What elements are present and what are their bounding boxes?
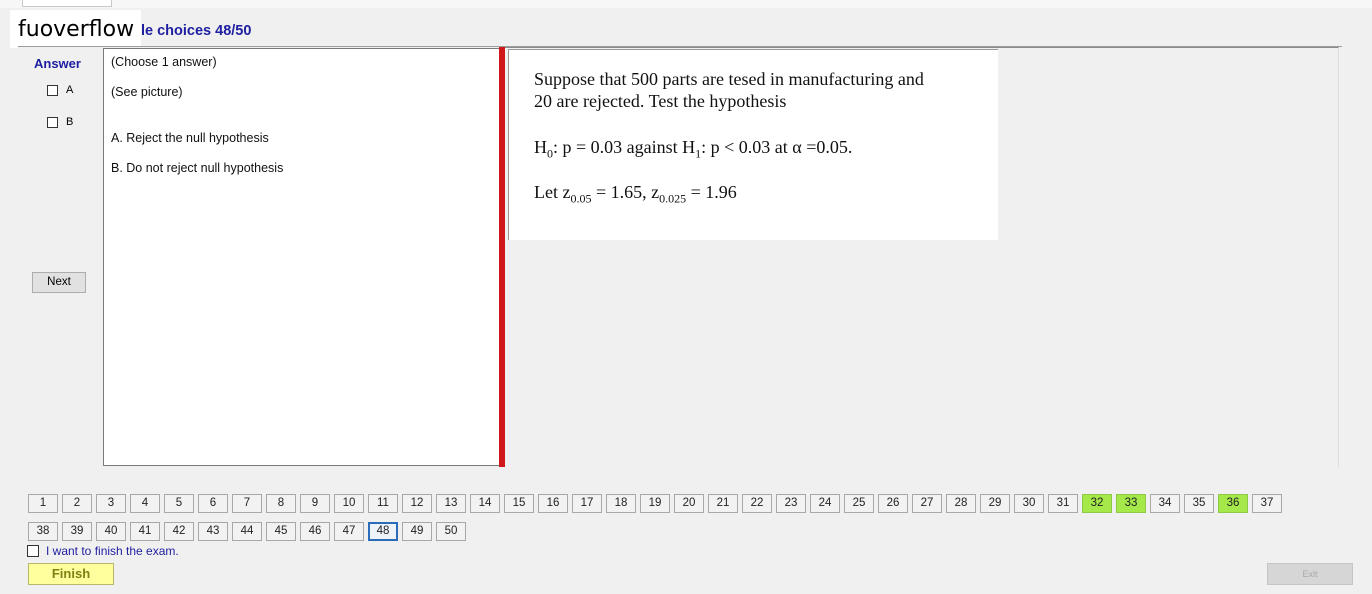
- choice-a-text: A. Reject the null hypothesis: [111, 131, 269, 145]
- question-nav-button[interactable]: 4: [130, 494, 160, 513]
- question-nav-button[interactable]: 16: [538, 494, 568, 513]
- answer-option-a[interactable]: A: [47, 84, 73, 96]
- question-nav-button[interactable]: 7: [232, 494, 262, 513]
- answer-a-label: A: [66, 84, 74, 96]
- top-strip: [0, 0, 1372, 8]
- question-nav-button[interactable]: 3: [96, 494, 126, 513]
- finish-button[interactable]: Finish: [28, 563, 114, 585]
- question-nav-button[interactable]: 34: [1150, 494, 1180, 513]
- question-picture-note: (See picture): [111, 85, 183, 99]
- question-nav-button[interactable]: 1: [28, 494, 58, 513]
- question-nav-button[interactable]: 32: [1082, 494, 1112, 513]
- exit-button[interactable]: Exit: [1267, 563, 1353, 585]
- answer-label: Answer: [34, 56, 81, 71]
- answer-a-checkbox[interactable]: [47, 84, 58, 96]
- question-nav-button[interactable]: 14: [470, 494, 500, 513]
- choice-b-text: B. Do not reject null hypothesis: [111, 161, 284, 175]
- question-nav-button[interactable]: 10: [334, 494, 364, 513]
- question-nav-button[interactable]: 23: [776, 494, 806, 513]
- question-nav-button[interactable]: 41: [130, 522, 160, 541]
- answer-option-b[interactable]: B: [47, 116, 73, 128]
- top-tab[interactable]: [22, 0, 112, 7]
- question-nav-button[interactable]: 47: [334, 522, 364, 541]
- question-nav-button[interactable]: 45: [266, 522, 296, 541]
- question-nav-row-2: 38 39 40 41 42 43 44 45 46 47 48 49 50: [28, 522, 470, 541]
- question-nav-button[interactable]: 33: [1116, 494, 1146, 513]
- question-nav-button[interactable]: 20: [674, 494, 704, 513]
- question-nav-button[interactable]: 17: [572, 494, 602, 513]
- question-nav-button[interactable]: 39: [62, 522, 92, 541]
- picture-line-2: 20 are rejected. Test the hypothesis: [534, 91, 787, 111]
- finish-confirm-checkbox[interactable]: [27, 545, 39, 557]
- question-nav-button[interactable]: 25: [844, 494, 874, 513]
- picture-line-1: Suppose that 500 parts are tesed in manu…: [534, 69, 924, 89]
- exam-window: fuoverflow le choices 48/50 Answer A B N…: [0, 0, 1372, 594]
- question-nav-button[interactable]: 8: [266, 494, 296, 513]
- finish-confirm-label: I want to finish the exam.: [46, 544, 179, 558]
- question-nav-button[interactable]: 50: [436, 522, 466, 541]
- question-instruction: (Choose 1 answer): [111, 55, 217, 69]
- question-text-box[interactable]: (Choose 1 answer) (See picture) A. Rejec…: [103, 48, 499, 466]
- picture-z-values-line: Let z0.05 = 1.65, z0.025 = 1.96: [534, 182, 737, 206]
- question-nav-button[interactable]: 13: [436, 494, 466, 513]
- question-nav-button[interactable]: 40: [96, 522, 126, 541]
- question-nav-button[interactable]: 11: [368, 494, 398, 513]
- question-nav-button[interactable]: 21: [708, 494, 738, 513]
- question-nav-button[interactable]: 28: [946, 494, 976, 513]
- question-nav-button[interactable]: 35: [1184, 494, 1214, 513]
- question-nav-button[interactable]: 22: [742, 494, 772, 513]
- question-nav-button[interactable]: 46: [300, 522, 330, 541]
- question-nav-button[interactable]: 15: [504, 494, 534, 513]
- question-nav-button[interactable]: 18: [606, 494, 636, 513]
- section-title: le choices 48/50: [141, 23, 252, 39]
- question-nav-button[interactable]: 6: [198, 494, 228, 513]
- question-nav-button[interactable]: 24: [810, 494, 840, 513]
- next-button[interactable]: Next: [32, 272, 86, 293]
- question-nav-button[interactable]: 29: [980, 494, 1010, 513]
- answer-b-checkbox[interactable]: [47, 116, 58, 128]
- question-nav-button[interactable]: 5: [164, 494, 194, 513]
- brand-watermark: fuoverflow: [10, 10, 141, 48]
- question-nav-button[interactable]: 44: [232, 522, 262, 541]
- question-nav-button[interactable]: 9: [300, 494, 330, 513]
- question-nav-button[interactable]: 43: [198, 522, 228, 541]
- question-nav-row-1: 1 2 3 4 5 6 7 8 9 10 11 12 13 14 15 16 17 18 19 20 21 22 23 24 2…: [28, 494, 1286, 513]
- question-nav-button[interactable]: 42: [164, 522, 194, 541]
- answer-column: Answer A B: [24, 48, 104, 468]
- question-nav-button[interactable]: 49: [402, 522, 432, 541]
- answer-b-label: B: [66, 116, 74, 128]
- question-nav-button[interactable]: 26: [878, 494, 908, 513]
- question-nav-button[interactable]: 19: [640, 494, 670, 513]
- question-picture: Suppose that 500 parts are tesed in manu…: [508, 49, 998, 240]
- question-nav-button[interactable]: 48: [368, 522, 398, 541]
- question-nav-button[interactable]: 2: [62, 494, 92, 513]
- question-nav-button[interactable]: 36: [1218, 494, 1248, 513]
- question-nav-button[interactable]: 37: [1252, 494, 1282, 513]
- question-nav-button[interactable]: 27: [912, 494, 942, 513]
- question-nav-button[interactable]: 12: [402, 494, 432, 513]
- question-nav-button[interactable]: 30: [1014, 494, 1044, 513]
- question-nav-button[interactable]: 31: [1048, 494, 1078, 513]
- question-nav-button[interactable]: 38: [28, 522, 58, 541]
- picture-hypothesis-line: H0: p = 0.03 against H1: p < 0.03 at α =…: [534, 137, 853, 161]
- finish-confirm[interactable]: I want to finish the exam.: [27, 544, 179, 558]
